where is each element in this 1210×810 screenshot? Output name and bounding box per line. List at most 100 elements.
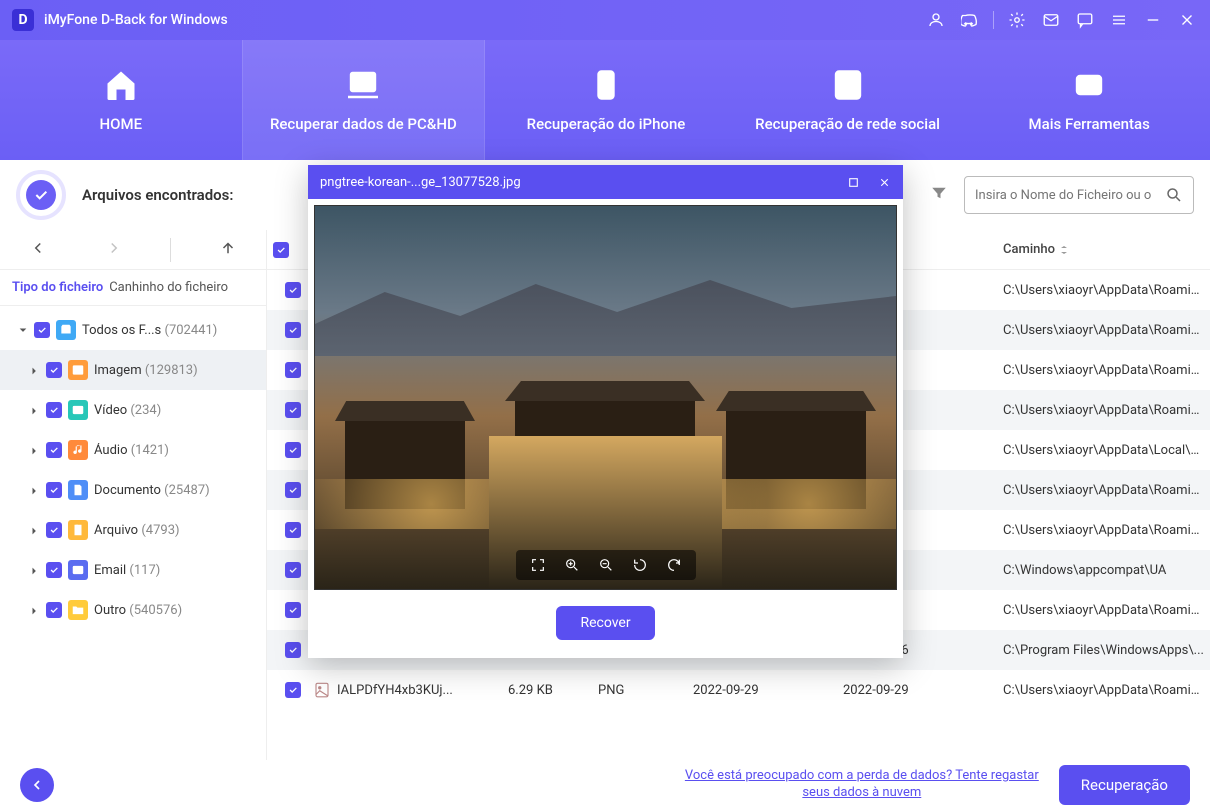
sidebar: Tipo do ficheiro Canhinho do ficheiro To… [0, 230, 267, 760]
tree-label: Imagem (129813) [94, 363, 256, 378]
nav-iphone-recovery[interactable]: Recuperação do iPhone [485, 40, 727, 160]
zoom-in-icon[interactable] [564, 557, 580, 573]
search-input[interactable] [975, 188, 1157, 203]
preview-toolbar [516, 550, 696, 580]
tree-item-email[interactable]: Email (117) [0, 550, 266, 590]
caret-icon [30, 485, 40, 495]
top-nav: HOME Recuperar dados de PC&HD Recuperaçã… [0, 40, 1210, 160]
audio-icon [68, 440, 88, 460]
gear-icon[interactable] [1006, 9, 1028, 31]
tab-file-type[interactable]: Tipo do ficheiro [12, 280, 103, 295]
cell-created: 2022-09-29 [693, 683, 843, 698]
menu-icon[interactable] [1108, 9, 1130, 31]
scan-progress [16, 170, 66, 220]
cloud-backup-link[interactable]: Você está preocupado com a perda de dado… [685, 768, 1039, 802]
cell-path: C:\Users\xiaoyr\AppData\Roamin... [1003, 363, 1204, 378]
archive-icon [68, 520, 88, 540]
tree-item-archive[interactable]: Arquivo (4793) [0, 510, 266, 550]
minimize-icon[interactable] [1142, 9, 1164, 31]
preview-image-wrap [308, 199, 903, 596]
file-type-tree: Todos os F...s (702441) Imagem (129813) … [0, 306, 266, 760]
cell-path: C:\Windows\appcompat\UA [1003, 563, 1204, 578]
feedback-icon[interactable] [1074, 9, 1096, 31]
nav-home[interactable]: HOME [0, 40, 242, 160]
row-checkbox[interactable] [285, 402, 301, 418]
row-checkbox[interactable] [285, 322, 301, 338]
checkbox[interactable] [34, 322, 50, 338]
nav-social-label: Recuperação de rede social [755, 115, 940, 133]
row-checkbox[interactable] [285, 602, 301, 618]
tree-item-folder[interactable]: Outro (540576) [0, 590, 266, 630]
checkbox[interactable] [46, 402, 62, 418]
nav-social-recovery[interactable]: Recuperação de rede social [727, 40, 969, 160]
tree-label: Todos os F...s (702441) [82, 323, 256, 338]
rotate-right-icon[interactable] [666, 557, 682, 573]
preview-recover-button[interactable]: Recover [556, 606, 654, 640]
up-button[interactable] [209, 233, 247, 267]
tree-label: Vídeo (234) [94, 403, 256, 418]
titlebar-actions [925, 9, 1198, 31]
table-row[interactable]: IALPDfYH4xb3KUj... 6.29 KB PNG 2022-09-2… [267, 670, 1210, 710]
checkbox[interactable] [46, 522, 62, 538]
caret-icon [30, 525, 40, 535]
tree-item-image[interactable]: Imagem (129813) [0, 350, 266, 390]
cell-path: C:\Users\xiaoyr\AppData\Roamin... [1003, 683, 1204, 698]
checkbox[interactable] [46, 602, 62, 618]
row-checkbox[interactable] [285, 522, 301, 538]
nav-more-tools[interactable]: Mais Ferramentas [968, 40, 1210, 160]
row-checkbox[interactable] [285, 642, 301, 658]
recover-button[interactable]: Recuperação [1059, 765, 1190, 805]
tree-item-audio[interactable]: Áudio (1421) [0, 430, 266, 470]
filter-icon[interactable] [930, 184, 948, 206]
back-button[interactable] [19, 233, 57, 267]
mail-icon[interactable] [1040, 9, 1062, 31]
tab-file-path[interactable]: Canhinho do ficheiro [109, 280, 228, 295]
rotate-left-icon[interactable] [632, 557, 648, 573]
row-checkbox[interactable] [285, 442, 301, 458]
app-logo: D [12, 9, 34, 31]
checkbox[interactable] [46, 482, 62, 498]
fullscreen-icon[interactable] [530, 557, 546, 573]
cell-path: C:\Users\xiaoyr\AppData\Roamin... [1003, 523, 1204, 538]
preview-title: pngtree-korean-...ge_13077528.jpg [320, 175, 521, 190]
row-checkbox[interactable] [285, 482, 301, 498]
preview-footer: Recover [308, 596, 903, 658]
titlebar: D iMyFone D-Back for Windows [0, 0, 1210, 40]
checkbox[interactable] [46, 362, 62, 378]
user-icon[interactable] [925, 9, 947, 31]
tree-item-disk[interactable]: Todos os F...s (702441) [0, 310, 266, 350]
nav-pc-label: Recuperar dados de PC&HD [270, 115, 457, 133]
checkbox[interactable] [46, 442, 62, 458]
forward-button[interactable] [95, 233, 133, 267]
cell-size: 6.29 KB [508, 683, 598, 698]
nav-pc-recovery[interactable]: Recuperar dados de PC&HD [243, 40, 485, 160]
disk-icon [56, 320, 76, 340]
close-icon[interactable] [878, 176, 891, 189]
close-icon[interactable] [1176, 9, 1198, 31]
maximize-icon[interactable] [847, 176, 860, 189]
preview-header[interactable]: pngtree-korean-...ge_13077528.jpg [308, 165, 903, 199]
row-checkbox[interactable] [285, 562, 301, 578]
caret-icon [30, 445, 40, 455]
select-all-checkbox[interactable] [273, 242, 289, 258]
files-found-label: Arquivos encontrados: [82, 186, 233, 204]
zoom-out-icon[interactable] [598, 557, 614, 573]
tree-item-video[interactable]: Vídeo (234) [0, 390, 266, 430]
app-title: iMyFone D-Back for Windows [44, 12, 228, 28]
sidebar-tabs: Tipo do ficheiro Canhinho do ficheiro [0, 270, 266, 306]
th-path[interactable]: Caminho [1003, 242, 1196, 257]
folder-icon [68, 600, 88, 620]
row-checkbox[interactable] [285, 682, 301, 698]
tree-label: Documento (25487) [94, 483, 256, 498]
row-checkbox[interactable] [285, 282, 301, 298]
sidebar-nav [0, 230, 266, 270]
cell-path: C:\Users\xiaoyr\AppData\Local\T... [1003, 443, 1204, 458]
checkbox[interactable] [46, 562, 62, 578]
back-fab[interactable] [20, 768, 54, 802]
search-box[interactable] [964, 176, 1194, 214]
row-checkbox[interactable] [285, 362, 301, 378]
tree-item-doc[interactable]: Documento (25487) [0, 470, 266, 510]
discord-icon[interactable] [959, 9, 981, 31]
preview-modal: pngtree-korean-...ge_13077528.jpg Recove… [308, 165, 903, 658]
caret-icon [30, 605, 40, 615]
